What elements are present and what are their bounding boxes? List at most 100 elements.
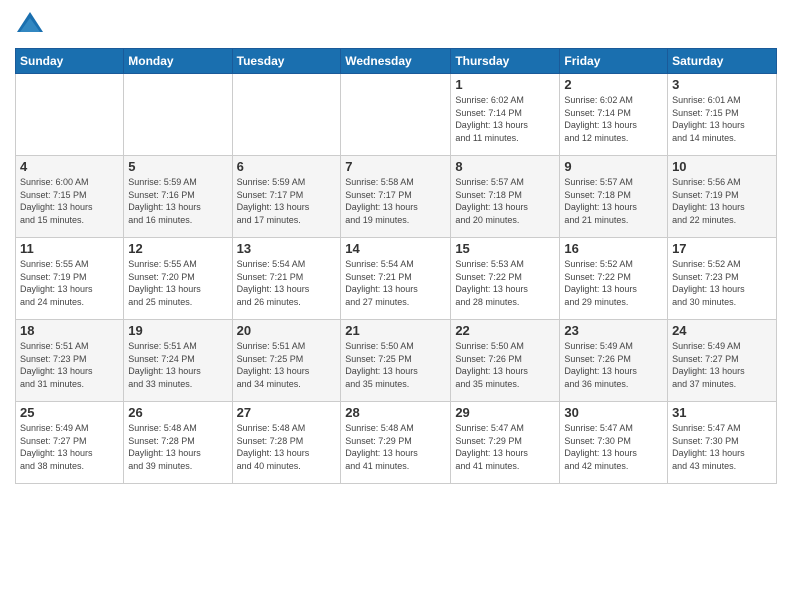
calendar-cell [341,74,451,156]
day-number: 21 [345,323,446,338]
calendar-cell: 24 Sunrise: 5:49 AM Sunset: 7:27 PM Dayli… [668,320,777,402]
day-number: 26 [128,405,227,420]
calendar-cell: 4 Sunrise: 6:00 AM Sunset: 7:15 PM Daylig… [16,156,124,238]
day-number: 25 [20,405,119,420]
col-header-monday: Monday [124,49,232,74]
day-number: 31 [672,405,772,420]
day-number: 1 [455,77,555,92]
calendar-cell: 31Sunrise: 5:47 AM Sunset: 7:30 PM Dayli… [668,402,777,484]
day-info: Sunrise: 6:02 AM Sunset: 7:14 PM Dayligh… [564,94,663,144]
day-number: 30 [564,405,663,420]
day-info: Sunrise: 5:51 AM Sunset: 7:25 PM Dayligh… [237,340,337,390]
logo [15,10,49,40]
calendar-cell: 20 Sunrise: 5:51 AM Sunset: 7:25 PM Dayli… [232,320,341,402]
col-header-saturday: Saturday [668,49,777,74]
day-info: Sunrise: 5:53 AM Sunset: 7:22 PM Dayligh… [455,258,555,308]
week-row-2: 4 Sunrise: 6:00 AM Sunset: 7:15 PM Daylig… [16,156,777,238]
day-info: Sunrise: 5:50 AM Sunset: 7:26 PM Dayligh… [455,340,555,390]
calendar-cell: 23 Sunrise: 5:49 AM Sunset: 7:26 PM Dayli… [560,320,668,402]
day-info: Sunrise: 5:57 AM Sunset: 7:18 PM Dayligh… [564,176,663,226]
day-info: Sunrise: 5:57 AM Sunset: 7:18 PM Dayligh… [455,176,555,226]
day-info: Sunrise: 6:01 AM Sunset: 7:15 PM Dayligh… [672,94,772,144]
header-row: SundayMondayTuesdayWednesdayThursdayFrid… [16,49,777,74]
calendar-cell [16,74,124,156]
day-info: Sunrise: 5:58 AM Sunset: 7:17 PM Dayligh… [345,176,446,226]
page: SundayMondayTuesdayWednesdayThursdayFrid… [0,0,792,612]
day-number: 6 [237,159,337,174]
day-info: Sunrise: 5:49 AM Sunset: 7:26 PM Dayligh… [564,340,663,390]
calendar-cell: 12Sunrise: 5:55 AM Sunset: 7:20 PM Dayli… [124,238,232,320]
day-number: 2 [564,77,663,92]
col-header-sunday: Sunday [16,49,124,74]
calendar-cell: 25 Sunrise: 5:49 AM Sunset: 7:27 PM Dayli… [16,402,124,484]
day-info: Sunrise: 5:59 AM Sunset: 7:17 PM Dayligh… [237,176,337,226]
day-info: Sunrise: 5:54 AM Sunset: 7:21 PM Dayligh… [345,258,446,308]
calendar-cell: 28Sunrise: 5:48 AM Sunset: 7:29 PM Dayli… [341,402,451,484]
day-info: Sunrise: 5:56 AM Sunset: 7:19 PM Dayligh… [672,176,772,226]
calendar-cell: 30 Sunrise: 5:47 AM Sunset: 7:30 PM Dayli… [560,402,668,484]
calendar-cell: 10 Sunrise: 5:56 AM Sunset: 7:19 PM Dayli… [668,156,777,238]
day-info: Sunrise: 6:02 AM Sunset: 7:14 PM Dayligh… [455,94,555,144]
day-number: 23 [564,323,663,338]
day-info: Sunrise: 5:55 AM Sunset: 7:19 PM Dayligh… [20,258,119,308]
day-info: Sunrise: 5:54 AM Sunset: 7:21 PM Dayligh… [237,258,337,308]
logo-icon [15,10,45,40]
day-number: 18 [20,323,119,338]
calendar: SundayMondayTuesdayWednesdayThursdayFrid… [15,48,777,484]
calendar-cell: 19Sunrise: 5:51 AM Sunset: 7:24 PM Dayli… [124,320,232,402]
calendar-cell: 15 Sunrise: 5:53 AM Sunset: 7:22 PM Dayli… [451,238,560,320]
day-info: Sunrise: 5:50 AM Sunset: 7:25 PM Dayligh… [345,340,446,390]
day-number: 12 [128,241,227,256]
week-row-5: 25 Sunrise: 5:49 AM Sunset: 7:27 PM Dayli… [16,402,777,484]
day-info: Sunrise: 5:49 AM Sunset: 7:27 PM Dayligh… [672,340,772,390]
calendar-cell: 26Sunrise: 5:48 AM Sunset: 7:28 PM Dayli… [124,402,232,484]
day-info: Sunrise: 5:52 AM Sunset: 7:23 PM Dayligh… [672,258,772,308]
calendar-cell: 5 Sunrise: 5:59 AM Sunset: 7:16 PM Daylig… [124,156,232,238]
day-info: Sunrise: 5:48 AM Sunset: 7:28 PM Dayligh… [237,422,337,472]
col-header-thursday: Thursday [451,49,560,74]
calendar-body: 1 Sunrise: 6:02 AM Sunset: 7:14 PM Daylig… [16,74,777,484]
day-info: Sunrise: 5:47 AM Sunset: 7:30 PM Dayligh… [564,422,663,472]
week-row-3: 11 Sunrise: 5:55 AM Sunset: 7:19 PM Dayli… [16,238,777,320]
calendar-cell: 14 Sunrise: 5:54 AM Sunset: 7:21 PM Dayli… [341,238,451,320]
calendar-cell: 1 Sunrise: 6:02 AM Sunset: 7:14 PM Daylig… [451,74,560,156]
day-number: 20 [237,323,337,338]
day-number: 15 [455,241,555,256]
day-info: Sunrise: 5:59 AM Sunset: 7:16 PM Dayligh… [128,176,227,226]
calendar-cell: 27 Sunrise: 5:48 AM Sunset: 7:28 PM Dayli… [232,402,341,484]
col-header-wednesday: Wednesday [341,49,451,74]
day-info: Sunrise: 5:51 AM Sunset: 7:23 PM Dayligh… [20,340,119,390]
calendar-cell [124,74,232,156]
day-number: 17 [672,241,772,256]
col-header-friday: Friday [560,49,668,74]
day-info: Sunrise: 5:49 AM Sunset: 7:27 PM Dayligh… [20,422,119,472]
calendar-cell: 16 Sunrise: 5:52 AM Sunset: 7:22 PM Dayli… [560,238,668,320]
day-number: 3 [672,77,772,92]
calendar-cell: 9 Sunrise: 5:57 AM Sunset: 7:18 PM Daylig… [560,156,668,238]
calendar-cell: 22Sunrise: 5:50 AM Sunset: 7:26 PM Dayli… [451,320,560,402]
day-number: 14 [345,241,446,256]
calendar-cell: 3 Sunrise: 6:01 AM Sunset: 7:15 PM Daylig… [668,74,777,156]
calendar-cell: 13 Sunrise: 5:54 AM Sunset: 7:21 PM Dayli… [232,238,341,320]
calendar-header: SundayMondayTuesdayWednesdayThursdayFrid… [16,49,777,74]
day-number: 4 [20,159,119,174]
calendar-cell: 6 Sunrise: 5:59 AM Sunset: 7:17 PM Daylig… [232,156,341,238]
day-number: 11 [20,241,119,256]
day-info: Sunrise: 5:51 AM Sunset: 7:24 PM Dayligh… [128,340,227,390]
week-row-4: 18 Sunrise: 5:51 AM Sunset: 7:23 PM Dayli… [16,320,777,402]
calendar-cell: 17 Sunrise: 5:52 AM Sunset: 7:23 PM Dayli… [668,238,777,320]
day-number: 13 [237,241,337,256]
day-info: Sunrise: 5:48 AM Sunset: 7:29 PM Dayligh… [345,422,446,472]
calendar-cell: 18 Sunrise: 5:51 AM Sunset: 7:23 PM Dayli… [16,320,124,402]
day-number: 27 [237,405,337,420]
day-number: 10 [672,159,772,174]
day-number: 16 [564,241,663,256]
day-info: Sunrise: 5:52 AM Sunset: 7:22 PM Dayligh… [564,258,663,308]
day-info: Sunrise: 6:00 AM Sunset: 7:15 PM Dayligh… [20,176,119,226]
calendar-cell: 29Sunrise: 5:47 AM Sunset: 7:29 PM Dayli… [451,402,560,484]
day-number: 9 [564,159,663,174]
calendar-cell [232,74,341,156]
calendar-cell: 21 Sunrise: 5:50 AM Sunset: 7:25 PM Dayli… [341,320,451,402]
day-number: 24 [672,323,772,338]
day-number: 5 [128,159,227,174]
